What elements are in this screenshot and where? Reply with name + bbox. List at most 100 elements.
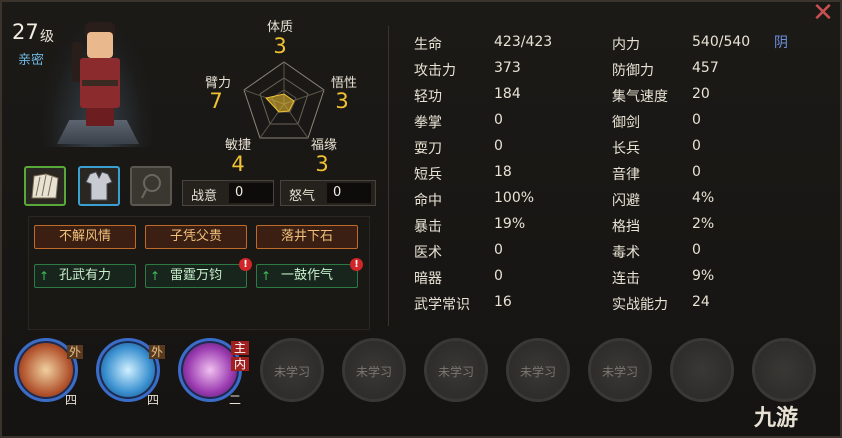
stat-label: 闪避 <box>612 193 640 209</box>
radar-label-constitution: 体质 <box>266 20 293 35</box>
stat-label: 御剑 <box>612 115 640 131</box>
morale-value: 0 <box>229 183 273 203</box>
fan-icon <box>31 173 59 199</box>
stat-label: 内力 <box>612 37 640 53</box>
stat-label: 医术 <box>414 245 442 261</box>
trait-green-3-label: 一鼓作气 <box>280 268 333 283</box>
trait-green-1[interactable]: ↑ 孔武有力 <box>34 264 136 288</box>
skill-slot-empty[interactable] <box>670 338 734 402</box>
stat-value: 423/423 <box>494 34 553 50</box>
skill-slot-empty[interactable]: 未学习 <box>342 338 406 402</box>
stat-label: 轻功 <box>414 89 442 105</box>
stat-value: 20 <box>692 86 710 102</box>
main-tag: 主 <box>231 341 249 355</box>
stat-value: 19% <box>494 216 526 232</box>
level-number: 27 <box>12 20 39 44</box>
stat-value: 2% <box>692 216 715 232</box>
stat-value: 0 <box>494 268 503 284</box>
skill-level: 四 <box>65 393 78 407</box>
radar-value-fortune: 3 <box>315 152 329 176</box>
alignment-label: 阴 <box>774 35 788 51</box>
stat-value: 373 <box>494 60 521 76</box>
stat-label: 短兵 <box>414 167 442 183</box>
radar-value-strength: 7 <box>209 89 223 113</box>
upgrade-arrow-icon: ↑ <box>39 269 50 283</box>
stat-value: 0 <box>692 112 701 128</box>
stat-value: 18 <box>494 164 512 180</box>
empty-skill-label: 未学习 <box>273 365 310 379</box>
radar-value-shape <box>265 93 295 113</box>
watermark-logo: 九游 <box>754 406 799 431</box>
character-legs <box>86 108 114 126</box>
trait-orange-3[interactable]: 落井下石 <box>256 225 358 249</box>
morale-box: 战意 0 <box>182 180 274 206</box>
equip-slot-weapon[interactable] <box>24 166 66 206</box>
skill-level: 二 <box>229 393 242 407</box>
upgrade-arrow-icon: ↑ <box>261 269 272 283</box>
stat-label: 实战能力 <box>612 297 668 313</box>
stat-value: 457 <box>692 60 719 76</box>
skill-level: 四 <box>147 393 160 407</box>
stat-label: 拳掌 <box>414 115 442 131</box>
skill-slot-1[interactable]: 外 四 <box>14 338 84 407</box>
trait-orange-1[interactable]: 不解风情 <box>34 225 136 249</box>
stat-value: 0 <box>494 138 503 154</box>
pendant-icon <box>141 174 161 199</box>
external-tag: 外 <box>149 345 166 359</box>
empty-skill-label: 未学习 <box>437 365 474 379</box>
character-head <box>87 32 113 58</box>
skill-slot-empty[interactable]: 未学习 <box>506 338 570 402</box>
empty-skill-label: 未学习 <box>601 365 638 379</box>
stat-label: 集气速度 <box>612 89 668 105</box>
trait-green-1-label: 孔武有力 <box>58 268 111 283</box>
stat-value: 540/540 <box>692 34 751 50</box>
stat-value: 9% <box>692 268 715 284</box>
stat-label: 暗器 <box>414 271 442 287</box>
stat-label: 生命 <box>414 37 442 53</box>
morale-label: 战意 <box>191 189 218 204</box>
stat-value: 0 <box>692 242 701 258</box>
stat-label: 连击 <box>612 271 640 287</box>
stat-label: 耍刀 <box>414 141 442 157</box>
stat-value: 100% <box>494 190 535 206</box>
skill-slot-empty[interactable]: 未学习 <box>424 338 488 402</box>
stat-label: 武学常识 <box>414 297 470 313</box>
close-icon[interactable]: ✕ <box>810 0 836 26</box>
radar-value-agility: 4 <box>231 152 245 176</box>
stat-label: 长兵 <box>612 141 640 157</box>
upgrade-arrow-icon: ↑ <box>150 269 161 283</box>
stat-value: 24 <box>692 294 710 310</box>
external-tag: 外 <box>67 345 84 359</box>
empty-skill-label: 未学习 <box>355 365 392 379</box>
level-unit: 级 <box>40 29 54 45</box>
rage-box: 怒气 0 <box>280 180 376 206</box>
radar-value-comprehension: 3 <box>335 89 349 113</box>
radar-label-fortune: 福缘 <box>310 138 337 153</box>
stat-label: 暴击 <box>414 219 442 235</box>
stat-value: 16 <box>494 294 512 310</box>
stat-label: 毒术 <box>612 245 640 261</box>
stat-label: 防御力 <box>612 63 654 79</box>
attribute-radar-chart <box>243 61 325 139</box>
radar-value-constitution: 3 <box>273 34 287 58</box>
equip-slot-accessory[interactable] <box>130 166 172 206</box>
stat-label: 格挡 <box>612 219 640 235</box>
skill-slot-2[interactable]: 外 四 <box>96 338 166 407</box>
rage-label: 怒气 <box>289 189 316 204</box>
relation-status: 亲密 <box>18 53 45 68</box>
trait-green-3[interactable]: ↑ 一鼓作气 ! <box>256 258 363 288</box>
trait-green-2[interactable]: ↑ 雷霆万钧 ! <box>145 258 252 288</box>
trait-green-2-label: 雷霆万钧 <box>169 268 222 283</box>
skill-slot-empty[interactable] <box>752 338 816 402</box>
character-panel: 27 级 亲密 战意 0 怒气 0 体质 3 悟性 3 福缘 3 敏捷 4 臂力… <box>0 0 842 438</box>
character-belt <box>82 80 118 86</box>
panel-divider <box>388 26 389 326</box>
radar-label-agility: 敏捷 <box>224 138 251 153</box>
trait-orange-2[interactable]: 子凭父贵 <box>145 225 247 249</box>
skill-slot-empty[interactable]: 未学习 <box>588 338 652 402</box>
skill-slot-3[interactable]: 主 内 二 <box>178 338 249 407</box>
internal-tag: 内 <box>231 357 249 371</box>
stat-value: 4% <box>692 190 715 206</box>
equip-slot-armor[interactable] <box>78 166 120 206</box>
skill-slot-empty[interactable]: 未学习 <box>260 338 324 402</box>
